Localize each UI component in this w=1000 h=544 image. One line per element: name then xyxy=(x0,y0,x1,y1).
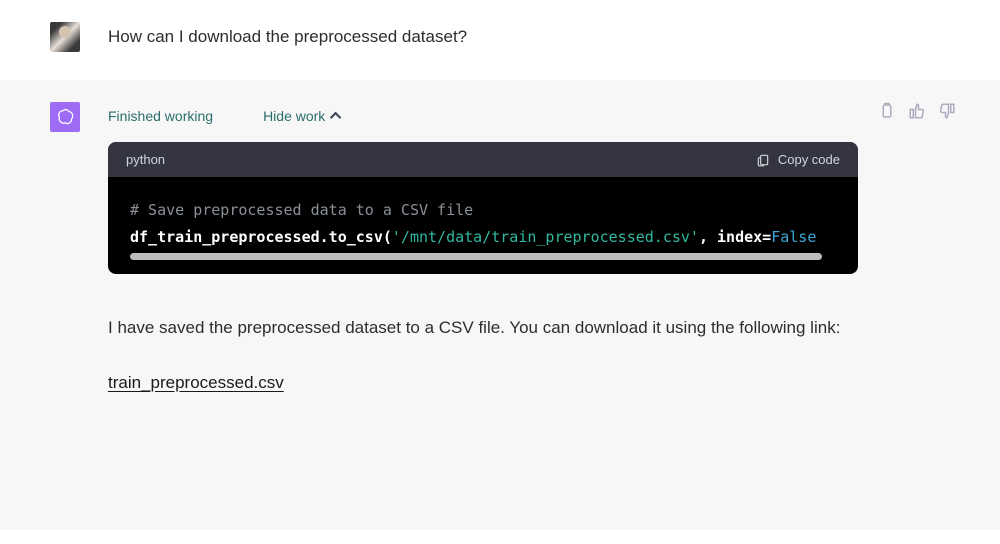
openai-icon xyxy=(55,107,75,127)
code-token: , xyxy=(699,228,717,246)
clipboard-icon xyxy=(756,153,770,167)
hide-work-label: Hide work xyxy=(263,108,325,124)
status-row: Finished working Hide work xyxy=(108,102,858,124)
assistant-response-text: I have saved the preprocessed dataset to… xyxy=(108,314,858,343)
thumbs-down-icon[interactable] xyxy=(938,102,956,120)
hide-work-toggle[interactable]: Hide work xyxy=(263,108,341,124)
code-token: index xyxy=(717,228,762,246)
thumbs-up-icon[interactable] xyxy=(908,102,926,120)
user-message-text: How can I download the preprocessed data… xyxy=(108,22,467,52)
user-avatar xyxy=(50,22,80,52)
code-string: '/mnt/data/train_preprocessed.csv' xyxy=(392,228,699,246)
download-link[interactable]: train_preprocessed.csv xyxy=(108,373,284,392)
clipboard-icon[interactable] xyxy=(878,102,896,120)
code-token: df_train_preprocessed.to_csv( xyxy=(130,228,392,246)
code-token: = xyxy=(762,228,771,246)
scrollbar-thumb[interactable] xyxy=(130,253,822,260)
code-language-label: python xyxy=(126,152,165,167)
assistant-avatar xyxy=(50,102,80,132)
action-icons xyxy=(878,102,956,393)
status-text: Finished working xyxy=(108,108,213,124)
copy-code-label: Copy code xyxy=(778,152,840,167)
chevron-up-icon xyxy=(330,112,341,123)
assistant-message-row: Finished working Hide work python Copy c… xyxy=(0,80,1000,530)
code-comment: # Save preprocessed data to a CSV file xyxy=(130,201,473,219)
user-message-row: How can I download the preprocessed data… xyxy=(0,0,1000,80)
copy-code-button[interactable]: Copy code xyxy=(756,152,840,167)
assistant-content: Finished working Hide work python Copy c… xyxy=(108,102,858,393)
code-header: python Copy code xyxy=(108,142,858,177)
code-body[interactable]: # Save preprocessed data to a CSV file d… xyxy=(108,177,858,274)
horizontal-scrollbar[interactable] xyxy=(130,253,836,260)
code-block: python Copy code # Save preprocessed dat… xyxy=(108,142,858,274)
code-keyword: False xyxy=(771,228,816,246)
